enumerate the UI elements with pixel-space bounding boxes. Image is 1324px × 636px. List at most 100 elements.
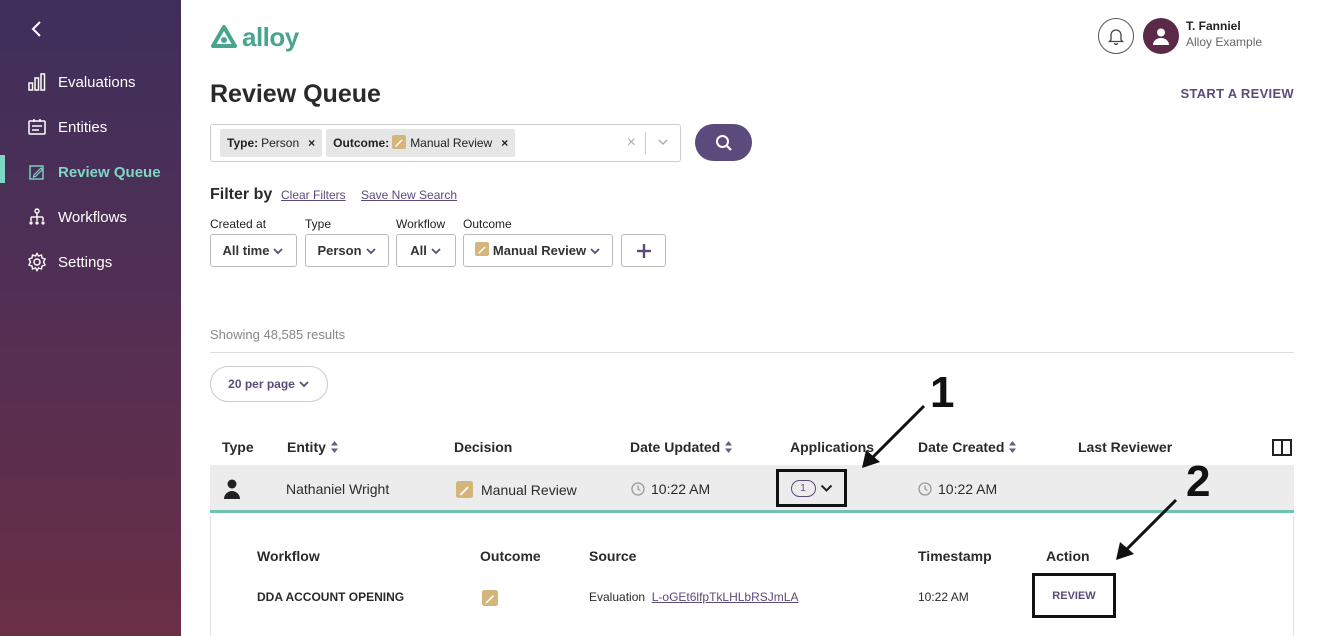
chevron-down-icon[interactable] [656, 135, 670, 154]
person-icon [222, 478, 242, 500]
user-icon [1153, 28, 1169, 45]
dropdown-value: Manual Review [492, 243, 587, 258]
chip-value: Manual Review [410, 136, 493, 150]
clear-filters-link[interactable]: Clear Filters [281, 188, 346, 202]
back-chevron-icon[interactable] [28, 18, 46, 40]
chevron-down-icon [820, 484, 832, 492]
dropdown-value: All time [222, 243, 270, 258]
sub-header-timestamp: Timestamp [918, 548, 992, 564]
created-at-label: Created at [210, 217, 267, 231]
sidebar: Evaluations Entities Review Queue Workfl… [0, 0, 181, 636]
per-page-dropdown[interactable]: 20 per page [210, 366, 328, 402]
sidebar-item-label: Settings [58, 253, 113, 271]
column-header-type: Type [222, 439, 254, 455]
type-label: Type [305, 217, 332, 231]
add-filter-button[interactable] [621, 234, 666, 267]
sidebar-item-workflows[interactable]: Workflows [0, 198, 181, 236]
columns-toggle-icon[interactable] [1272, 439, 1292, 461]
outcome-dropdown[interactable]: Manual Review [463, 234, 613, 267]
date-updated-cell: 10:22 AM [631, 481, 710, 497]
chevron-down-icon [365, 247, 376, 254]
column-header-date-created[interactable]: Date Created [918, 439, 1017, 455]
user-name[interactable]: T. Fanniel [1186, 19, 1241, 33]
created-at-dropdown[interactable]: All time [210, 234, 297, 267]
evaluation-link[interactable]: L-oGEt6lfpTkLHLbRSJmLA [652, 590, 799, 604]
header-label: Last Reviewer [1078, 439, 1173, 455]
search-icon [715, 134, 732, 151]
header-label: Decision [454, 439, 513, 455]
sort-icon [1009, 441, 1017, 453]
header-label: Entity [287, 439, 326, 455]
source-prefix: Evaluation [589, 590, 646, 604]
column-header-decision: Decision [454, 439, 512, 455]
chevron-down-icon [273, 247, 284, 254]
bar-chart-icon [26, 71, 48, 93]
user-avatar[interactable] [1143, 18, 1179, 54]
search-input[interactable]: Type: Person × Outcome: Manual Review × … [210, 124, 681, 162]
search-button[interactable] [695, 124, 752, 161]
chevron-down-icon [590, 247, 600, 254]
applications-count-badge: 1 [790, 479, 816, 497]
filter-heading: Filter by [210, 186, 273, 203]
search-divider [645, 132, 646, 154]
type-dropdown[interactable]: Person [305, 234, 389, 267]
review-button[interactable]: REVIEW [1032, 573, 1116, 618]
user-org: Alloy Example [1186, 35, 1263, 49]
manual-review-icon [392, 134, 407, 152]
results-count: Showing 48,585 results [210, 327, 346, 342]
start-review-button[interactable]: START A REVIEW [1181, 86, 1295, 101]
clock-icon [631, 482, 645, 496]
table-row[interactable]: Nathaniel Wright Manual Review 10:22 AM … [210, 465, 1294, 513]
notifications-bell-icon[interactable] [1098, 18, 1134, 54]
column-header-applications: Applications [790, 439, 874, 455]
sidebar-item-label: Review Queue [58, 163, 161, 181]
sub-header-outcome: Outcome [480, 548, 541, 564]
gear-icon [26, 251, 48, 273]
filter-chip-type: Type: Person × [220, 129, 323, 157]
chevron-down-icon [431, 247, 441, 254]
workflow-label: Workflow [396, 217, 446, 231]
sort-icon [330, 441, 338, 453]
entity-name: Nathaniel Wright [286, 481, 390, 497]
date-created-cell: 10:22 AM [918, 481, 997, 497]
header-label: Type [222, 439, 254, 455]
remove-chip-icon[interactable]: × [501, 136, 508, 150]
dropdown-value: Person [317, 243, 362, 258]
sidebar-item-review-queue[interactable]: Review Queue [0, 153, 181, 191]
annotation-number-1: 1 [930, 368, 955, 417]
column-header-date-updated[interactable]: Date Updated [630, 439, 733, 455]
decision-cell: Manual Review [456, 481, 577, 498]
application-subpanel [210, 516, 1294, 636]
manual-review-icon [474, 242, 489, 259]
clear-search-icon[interactable]: × [627, 134, 636, 152]
annotation-number-2: 2 [1186, 457, 1211, 506]
edit-square-icon [26, 161, 48, 183]
page-title: Review Queue [210, 80, 381, 108]
workflow-dropdown[interactable]: All [396, 234, 456, 267]
sub-header-action: Action [1046, 548, 1090, 564]
sidebar-item-entities[interactable]: Entities [0, 108, 181, 146]
sidebar-item-settings[interactable]: Settings [0, 243, 181, 281]
applications-expand-button[interactable]: 1 [776, 469, 847, 507]
sidebar-item-evaluations[interactable]: Evaluations [0, 63, 181, 101]
header-label: Applications [790, 439, 875, 455]
date-created-value: 10:22 AM [938, 481, 998, 497]
sub-header-workflow: Workflow [257, 548, 320, 564]
chevron-down-icon [299, 381, 309, 388]
source-cell: Evaluation L-oGEt6lfpTkLHLbRSJmLA [589, 590, 798, 604]
header-label: Date Updated [630, 439, 721, 455]
column-header-entity[interactable]: Entity [287, 439, 339, 455]
sort-icon [725, 441, 733, 453]
remove-chip-icon[interactable]: × [308, 136, 315, 150]
sidebar-item-label: Evaluations [58, 73, 136, 91]
brand-logo[interactable]: alloy [210, 22, 299, 53]
sidebar-item-label: Entities [58, 118, 108, 136]
divider [210, 352, 1294, 353]
timestamp-value: 10:22 AM [918, 590, 969, 604]
save-new-search-link[interactable]: Save New Search [361, 188, 457, 202]
chip-key: Outcome: [333, 136, 390, 150]
per-page-value: 20 per page [228, 377, 295, 391]
sub-header-source: Source [589, 548, 637, 564]
outcome-label: Outcome [463, 217, 512, 231]
sidebar-item-label: Workflows [58, 208, 127, 226]
